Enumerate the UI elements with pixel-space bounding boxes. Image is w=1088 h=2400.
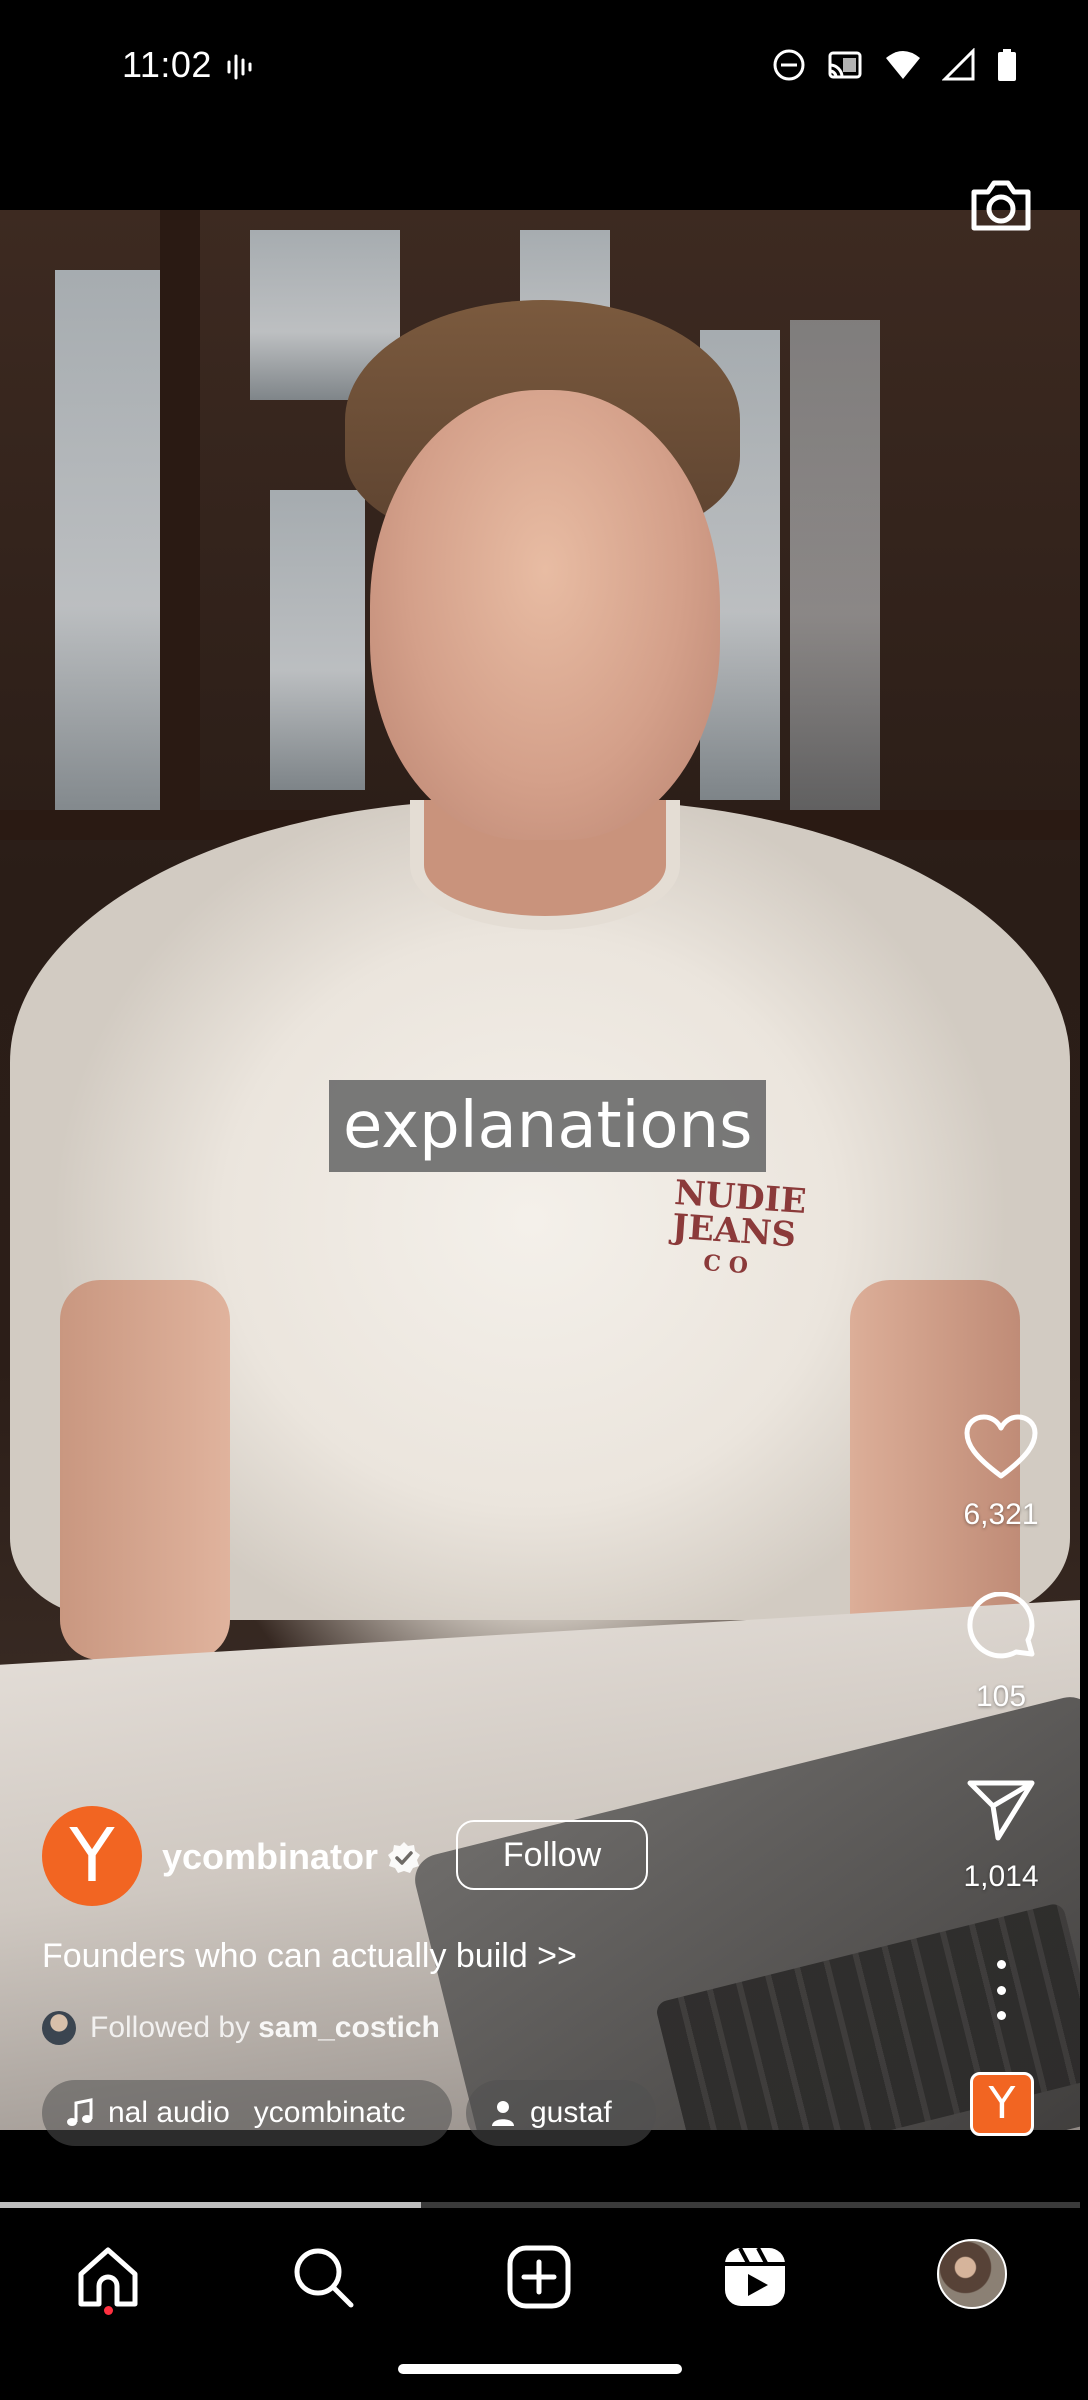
create-icon[interactable] xyxy=(504,2242,574,2312)
comment-count: 105 xyxy=(975,1680,1027,1713)
voice-activity-icon xyxy=(227,54,252,80)
background-window xyxy=(790,320,880,810)
share-action[interactable]: 1,014 xyxy=(941,1778,1061,1894)
person-arm xyxy=(60,1280,230,1660)
verified-badge-icon xyxy=(388,1842,420,1873)
do-not-disturb-icon xyxy=(773,49,805,81)
audio-label: nal audio xyxy=(108,2096,230,2129)
audio-author: ycombinatc xyxy=(253,2096,406,2129)
followed-by-user[interactable]: sam_costich xyxy=(258,2011,440,2045)
window-frame xyxy=(160,210,200,830)
shirt-logo-line: JEANS xyxy=(670,1206,798,1256)
profile-avatar[interactable] xyxy=(937,2239,1007,2309)
audio-chip[interactable]: nal audio ycombinatc xyxy=(42,2080,452,2146)
reels-icon[interactable] xyxy=(720,2242,790,2312)
person-icon xyxy=(492,2101,514,2126)
follow-button[interactable]: Follow xyxy=(456,1820,648,1890)
status-icons xyxy=(772,48,1018,82)
battery-icon xyxy=(998,49,1016,81)
person-face xyxy=(370,390,720,840)
cast-icon xyxy=(828,51,862,79)
followed-by[interactable]: Followed by sam_costich xyxy=(42,2011,440,2045)
heart-icon[interactable] xyxy=(964,1414,1038,1480)
comment-action[interactable]: 105 xyxy=(941,1592,1061,1714)
music-note-icon xyxy=(67,2098,93,2126)
post-caption[interactable]: Founders who can actually build >> xyxy=(42,1937,577,1976)
home-notification-dot xyxy=(104,2306,113,2315)
like-count: 6,321 xyxy=(963,1498,1039,1531)
follower-avatar xyxy=(42,2011,76,2045)
audio-thumbnail[interactable]: Y xyxy=(970,2072,1034,2136)
camera-icon[interactable] xyxy=(966,170,1036,240)
author-username[interactable]: ycombinator xyxy=(162,1836,378,1878)
wifi-icon xyxy=(886,51,920,79)
background-window xyxy=(55,270,165,830)
more-options-icon[interactable] xyxy=(987,1960,1015,2020)
search-icon[interactable] xyxy=(288,2242,358,2312)
share-count: 1,014 xyxy=(963,1860,1039,1893)
shirt-logo: NUDIE JEANS CO xyxy=(669,1173,808,1286)
status-bar: 11:02 xyxy=(0,0,1088,132)
comment-icon[interactable] xyxy=(964,1592,1038,1662)
tagged-user: gustaf xyxy=(530,2096,612,2129)
like-action[interactable]: 6,321 xyxy=(941,1414,1061,1532)
author-avatar[interactable]: Y xyxy=(42,1806,142,1906)
signal-icon xyxy=(942,48,975,81)
status-time: 11:02 xyxy=(122,44,212,85)
home-indicator[interactable] xyxy=(398,2364,682,2374)
send-icon[interactable] xyxy=(966,1778,1036,1842)
video-caption-overlay: explanations xyxy=(329,1080,767,1172)
followed-by-prefix: Followed by xyxy=(90,2011,251,2044)
tagged-user-chip[interactable]: gustaf xyxy=(466,2080,656,2146)
background-window xyxy=(270,490,365,790)
home-icon[interactable] xyxy=(73,2242,143,2312)
